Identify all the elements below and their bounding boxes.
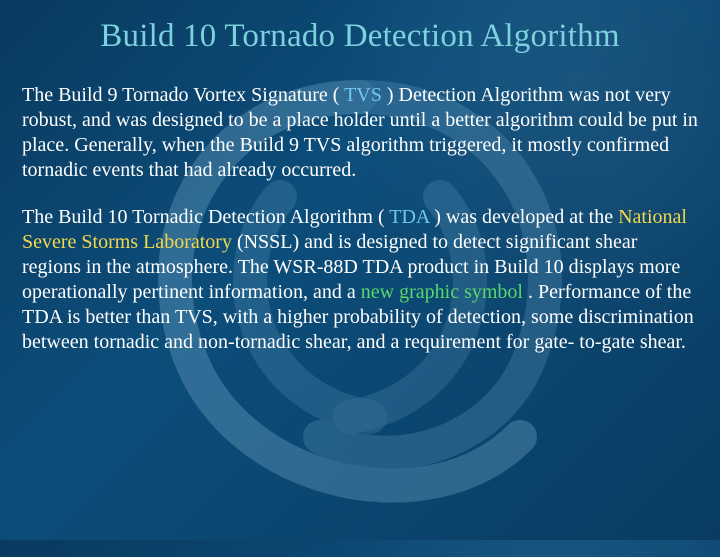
- paragraph-2: The Build 10 Tornadic Detection Algorith…: [22, 205, 698, 355]
- tvs-term: TVS: [344, 84, 382, 106]
- p2-text-a: The Build 10 Tornadic Detection Algorith…: [22, 206, 389, 228]
- tda-term: TDA: [389, 206, 429, 228]
- p1-text-a: The Build 9 Tornado Vortex Signature (: [22, 84, 344, 106]
- new-graphic-symbol-term: new graphic symbol: [361, 281, 523, 303]
- slide-content: Build 10 Tornado Detection Algorithm The…: [0, 0, 720, 355]
- p2-text-b: ) was developed at the: [429, 206, 618, 228]
- slide-title: Build 10 Tornado Detection Algorithm: [22, 18, 698, 55]
- paragraph-1: The Build 9 Tornado Vortex Signature ( T…: [22, 83, 698, 183]
